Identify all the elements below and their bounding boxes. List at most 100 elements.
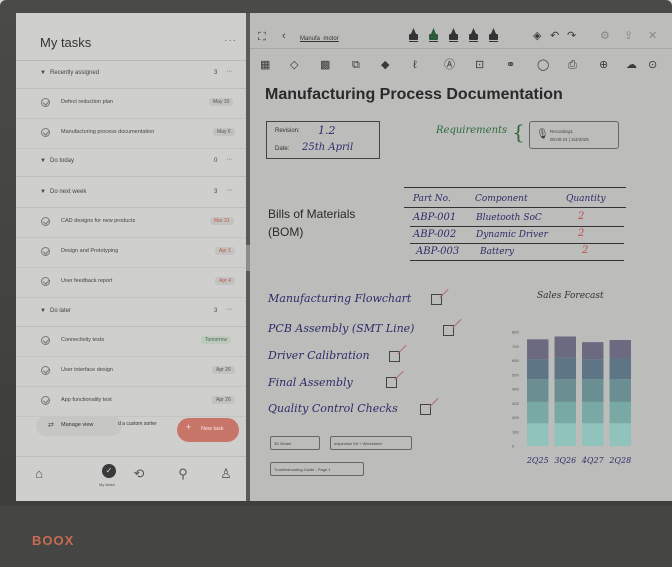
chevron-down-icon: ▼ <box>40 189 46 195</box>
attachment-icon[interactable]: ⎙ <box>568 59 577 71</box>
lasso-icon[interactable]: ℓ <box>413 59 417 71</box>
task-date-badge: Apr 1 <box>215 247 235 255</box>
template-icon[interactable]: ▩ <box>320 59 330 71</box>
y-tick-label: 500 <box>512 372 519 377</box>
undo-icon[interactable]: ↶ <box>550 30 559 42</box>
tasks-nav-icon[interactable]: ✓ <box>102 464 116 478</box>
revision-label: Revision: <box>275 128 300 134</box>
expand-icon[interactable]: ⛶ <box>258 31 266 43</box>
zoom-icon[interactable]: ⊕ <box>599 59 608 71</box>
more-tools-icon[interactable]: ⊙ <box>648 59 657 71</box>
share-icon[interactable]: ⇪ <box>624 30 633 42</box>
task-label: Design and Prototyping <box>61 248 119 254</box>
copy-icon[interactable]: ⧉ <box>352 59 360 71</box>
task-item[interactable]: CAD designs for new products Mar 31 <box>16 208 246 238</box>
task-item[interactable]: Connectivity tests Tomorrow <box>16 327 246 357</box>
group-count: 0 <box>214 158 218 164</box>
plus-icon: + <box>186 422 192 432</box>
task-item[interactable]: App functionality test Apr 26 <box>16 387 246 417</box>
profile-icon[interactable]: ♙ <box>219 467 233 481</box>
chevron-down-icon: ▼ <box>40 70 46 76</box>
pencil-tool-icon[interactable] <box>469 28 478 42</box>
task-label: CAD designs for new products <box>61 218 136 224</box>
close-icon[interactable]: ✕ <box>648 30 657 42</box>
tasks-nav-label: My tasks <box>99 482 115 487</box>
layers-icon[interactable]: ◈ <box>533 30 541 42</box>
task-checkbox[interactable] <box>41 247 50 256</box>
redo-icon[interactable]: ↷ <box>567 30 576 42</box>
task-checkbox[interactable] <box>41 277 50 286</box>
task-checkbox[interactable] <box>41 396 50 405</box>
y-tick-label: 100 <box>512 429 519 434</box>
attachment-chip[interactable]: 3D Model <box>270 436 320 450</box>
more-icon[interactable]: ··· <box>224 35 237 46</box>
brush-tool-icon[interactable] <box>489 28 498 42</box>
fill-icon[interactable]: ◆ <box>381 59 389 71</box>
bom-header-part: Part No. <box>413 194 451 204</box>
bar-segment <box>609 401 631 424</box>
checklist-item: Driver Calibration <box>268 349 370 362</box>
microphone-icon: 🎙︎ <box>536 129 549 140</box>
bom-cell-part: ABP-003 <box>416 246 460 257</box>
pen-tool-icon[interactable] <box>409 28 418 42</box>
group-do-today[interactable]: ▼ Do today 0 ··· <box>16 149 246 177</box>
task-checkbox[interactable] <box>41 217 50 226</box>
image-icon[interactable]: ⊡ <box>475 59 484 71</box>
group-more-icon[interactable]: ··· <box>226 187 233 194</box>
search-icon[interactable]: ⚲ <box>176 467 190 481</box>
bom-rule <box>410 243 624 244</box>
shape-icon[interactable]: ◇ <box>290 59 298 71</box>
grid-icon[interactable]: ▦ <box>260 59 270 71</box>
task-item[interactable]: Manufacturing process documentation May … <box>16 119 246 149</box>
bar-segment <box>554 423 576 446</box>
task-item[interactable]: Design and Prototyping Apr 1 <box>16 238 246 268</box>
bom-cell-qty: 2 <box>582 245 589 256</box>
cloud-icon[interactable]: ☁ <box>626 59 637 71</box>
group-recently-assigned[interactable]: ▼ Recently assigned 3 ··· <box>16 61 246 89</box>
bar-segment <box>609 340 631 359</box>
bar-segment <box>582 379 604 402</box>
document-title: Manufacturing Process Documentation <box>265 86 563 103</box>
green-pen-tool-icon[interactable] <box>429 28 438 42</box>
task-date-badge: Tomorrow <box>201 336 231 344</box>
link-icon[interactable]: ⚭ <box>506 59 515 71</box>
group-more-icon[interactable]: ··· <box>226 156 233 163</box>
custom-sort-label: d a custom sorter <box>118 421 157 427</box>
date-label: Date: <box>275 146 290 152</box>
marker-tool-icon[interactable] <box>449 28 458 42</box>
comment-icon[interactable]: ◯ <box>537 59 549 71</box>
group-count: 3 <box>214 308 218 314</box>
task-label: Defect reduction plan <box>61 99 113 105</box>
bar-segment <box>554 336 576 358</box>
group-do-later[interactable]: ▼ Do later 3 ··· <box>16 299 246 327</box>
bom-cell-part: ABP-002 <box>413 229 457 240</box>
bom-cell-part: ABP-001 <box>413 212 457 223</box>
tasks-title: My tasks <box>40 35 92 50</box>
y-tick-label: 800 <box>512 330 519 335</box>
sync-icon[interactable]: ⟲ <box>132 467 146 481</box>
task-checkbox[interactable] <box>41 98 50 107</box>
task-checkbox[interactable] <box>41 128 50 137</box>
bom-cell-qty: 2 <box>578 228 585 239</box>
task-date-badge: Apr 26 <box>212 396 235 404</box>
back-icon[interactable]: ‹ <box>282 30 286 42</box>
checklist-item: Final Assembly <box>268 376 353 389</box>
group-more-icon[interactable]: ··· <box>226 306 233 313</box>
note-name[interactable]: Manufa_motor <box>300 36 339 42</box>
task-item[interactable]: User feedback report Apr 4 <box>16 268 246 298</box>
recording-attachment[interactable]: 🎙︎ Recording1 00:00:24 | 3/4/2025 <box>529 121 619 149</box>
task-checkbox[interactable] <box>41 366 50 375</box>
home-icon[interactable]: ⌂ <box>32 467 46 481</box>
text-icon[interactable]: Ⓐ <box>444 59 455 71</box>
group-do-next-week[interactable]: ▼ Do next week 3 ··· <box>16 180 246 208</box>
attachment-chip[interactable]: Inspection Kit + Worksheet <box>330 436 412 450</box>
bar-segment <box>527 359 549 380</box>
attachment-chip[interactable]: Troubleshooting Guide - Page 1 <box>270 462 364 476</box>
task-item[interactable]: User interface design Apr 26 <box>16 357 246 387</box>
bar-segment <box>527 423 549 446</box>
task-item[interactable]: Defect reduction plan May 10 <box>16 89 246 119</box>
group-more-icon[interactable]: ··· <box>226 68 233 75</box>
bar-segment <box>527 401 549 424</box>
settings-icon[interactable]: ⚙ <box>600 30 610 42</box>
task-checkbox[interactable] <box>41 336 50 345</box>
